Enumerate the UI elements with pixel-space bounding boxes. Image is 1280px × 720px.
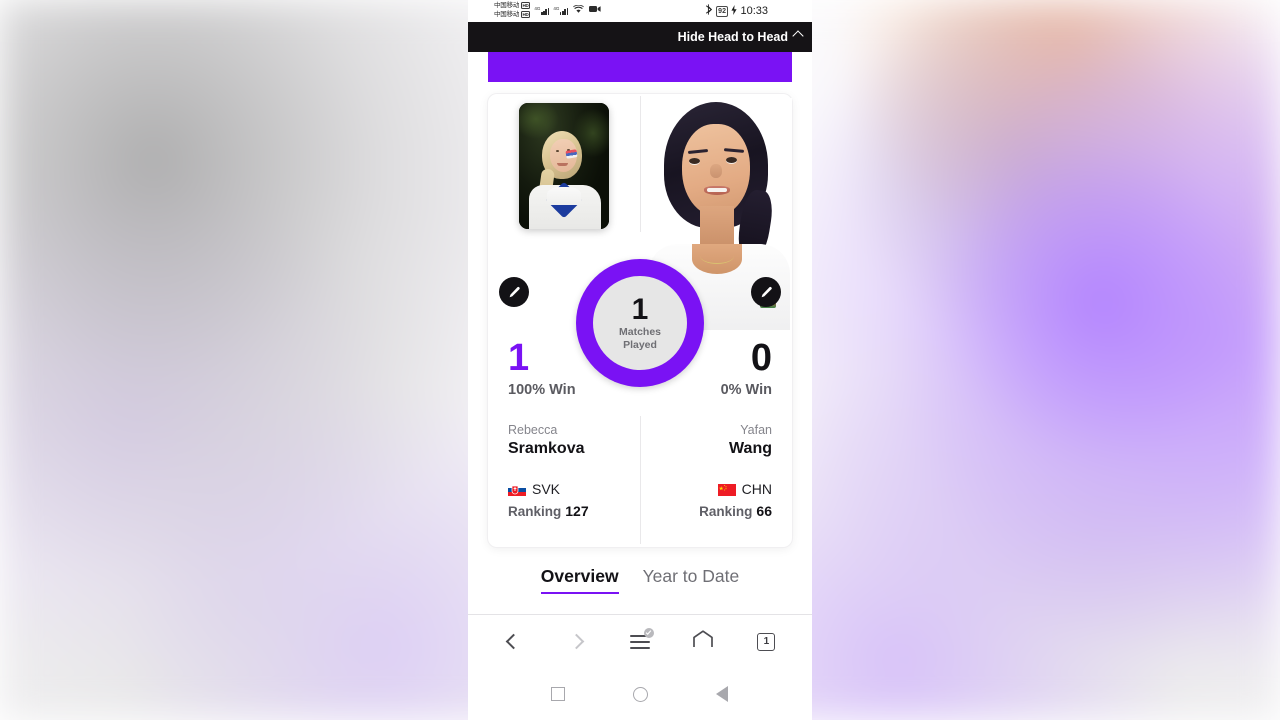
player-left-ranking-row: Ranking 127 bbox=[508, 503, 620, 519]
android-home-button[interactable] bbox=[627, 681, 653, 707]
head-to-head-card: 1 Matches Played 1 100% Win 0 0% Win Reb… bbox=[488, 94, 792, 547]
face-paint-flag bbox=[565, 149, 578, 159]
hide-head-to-head-label: Hide Head to Head bbox=[677, 30, 788, 44]
matches-played-donut: 1 Matches Played bbox=[576, 259, 704, 387]
stats-tabs: Overview Year to Date bbox=[488, 566, 792, 594]
player-photo-left bbox=[519, 103, 609, 229]
carrier-labels: 中国移动 HD 中国移动 HD bbox=[494, 1, 531, 19]
player-left-first-name: Rebecca bbox=[508, 423, 558, 437]
browser-menu-button[interactable] bbox=[620, 625, 660, 659]
signal-group-2: 4G bbox=[553, 5, 569, 15]
hide-head-to-head-button[interactable]: Hide Head to Head bbox=[677, 30, 804, 44]
signal-icon-2 bbox=[559, 6, 569, 15]
player-right-ranking-value: 66 bbox=[756, 503, 772, 519]
player-left-last-name: Sramkova bbox=[508, 440, 585, 457]
carrier-name-2: 中国移动 bbox=[494, 11, 520, 18]
player-left-country-code: SVK bbox=[532, 481, 561, 497]
tab-overview-label: Overview bbox=[540, 566, 619, 586]
player-right-last-name: Wang bbox=[729, 440, 772, 457]
donut-center: 1 Matches Played bbox=[593, 276, 687, 370]
edit-icon bbox=[760, 286, 773, 299]
matches-played-value: 1 bbox=[631, 293, 649, 326]
donut-ring: 1 Matches Played bbox=[576, 259, 704, 387]
player-info-left: Rebecca Sramkova SVK Ranking 127 bbox=[488, 422, 640, 519]
player-left-ranking-label: Ranking bbox=[508, 504, 562, 519]
android-back-button[interactable] bbox=[709, 681, 735, 707]
chevron-up-icon bbox=[792, 30, 804, 42]
tab-overview[interactable]: Overview bbox=[540, 566, 619, 594]
back-arrow-icon bbox=[505, 633, 522, 650]
player-right-ranking-label: Ranking bbox=[699, 504, 753, 519]
square-recents-icon bbox=[551, 687, 565, 701]
matches-played-label-2: Played bbox=[623, 339, 657, 351]
china-flag-icon bbox=[717, 483, 736, 496]
player-right-country-row: CHN bbox=[660, 481, 772, 497]
status-bar: 中国移动 HD 中国移动 HD 4G 4G 92 10:33 bbox=[468, 0, 812, 22]
player-info-right: Yafan Wang CHN Ranking 66 bbox=[640, 422, 792, 519]
player-photo-cell-right bbox=[640, 94, 792, 330]
battery-percent: 92 bbox=[715, 5, 729, 17]
carrier-name-1: 中国移动 bbox=[494, 2, 520, 9]
circle-home-icon bbox=[632, 686, 648, 702]
home-icon bbox=[692, 630, 714, 653]
app-header: Hide Head to Head bbox=[468, 22, 812, 52]
player-left-ranking-value: 127 bbox=[565, 503, 589, 519]
wifi-icon bbox=[573, 4, 585, 16]
triangle-back-icon bbox=[716, 686, 728, 702]
menu-check-badge-icon bbox=[643, 627, 654, 638]
edit-player-right-button[interactable] bbox=[751, 277, 781, 307]
player-info-row: Rebecca Sramkova SVK Ranking 127 Yafan W… bbox=[488, 422, 792, 519]
status-bar-right: 92 10:33 bbox=[705, 4, 768, 18]
android-navigation-bar bbox=[468, 668, 812, 720]
player-right-ranking-row: Ranking 66 bbox=[660, 503, 772, 519]
player-left-country-row: SVK bbox=[508, 481, 620, 497]
browser-tabs-button[interactable]: 1 bbox=[746, 625, 786, 659]
browser-toolbar: 1 bbox=[468, 614, 812, 668]
browser-home-button[interactable] bbox=[683, 625, 723, 659]
phone-viewport: 中国移动 HD 中国移动 HD 4G 4G 92 10:33 Hide Head… bbox=[468, 0, 812, 720]
android-recents-button[interactable] bbox=[545, 681, 571, 707]
signal-group-1: 4G bbox=[534, 5, 550, 15]
banner-region bbox=[468, 52, 812, 82]
signal-icon-1 bbox=[540, 6, 550, 15]
player-photo-cell-left bbox=[488, 94, 640, 242]
bluetooth-icon bbox=[705, 4, 713, 18]
tab-year-to-date-label: Year to Date bbox=[642, 566, 740, 586]
player-photos-row bbox=[488, 94, 792, 330]
network-type-1: 4G bbox=[534, 5, 541, 11]
player-right-country-code: CHN bbox=[741, 481, 772, 497]
forward-arrow-icon bbox=[569, 633, 585, 650]
charging-bolt-icon bbox=[731, 4, 738, 18]
slovakia-flag-icon bbox=[508, 483, 526, 496]
edit-player-left-button[interactable] bbox=[499, 277, 529, 307]
status-bar-clock: 10:33 bbox=[740, 5, 768, 17]
hd-badge-2: HD bbox=[520, 10, 531, 19]
player-right-first-name: Yafan bbox=[740, 423, 772, 437]
browser-back-button[interactable] bbox=[494, 625, 534, 659]
browser-forward-button[interactable] bbox=[557, 625, 597, 659]
tab-count-badge: 1 bbox=[757, 632, 776, 651]
video-icon bbox=[589, 5, 601, 15]
network-type-2: 4G bbox=[553, 5, 560, 11]
edit-icon bbox=[508, 286, 521, 299]
purple-accent-banner bbox=[488, 52, 792, 82]
status-bar-left: 中国移动 HD 中国移动 HD 4G 4G bbox=[494, 1, 601, 19]
hd-badge-1: HD bbox=[520, 1, 531, 10]
tab-year-to-date[interactable]: Year to Date bbox=[643, 566, 740, 594]
matches-played-label-1: Matches bbox=[618, 326, 661, 338]
